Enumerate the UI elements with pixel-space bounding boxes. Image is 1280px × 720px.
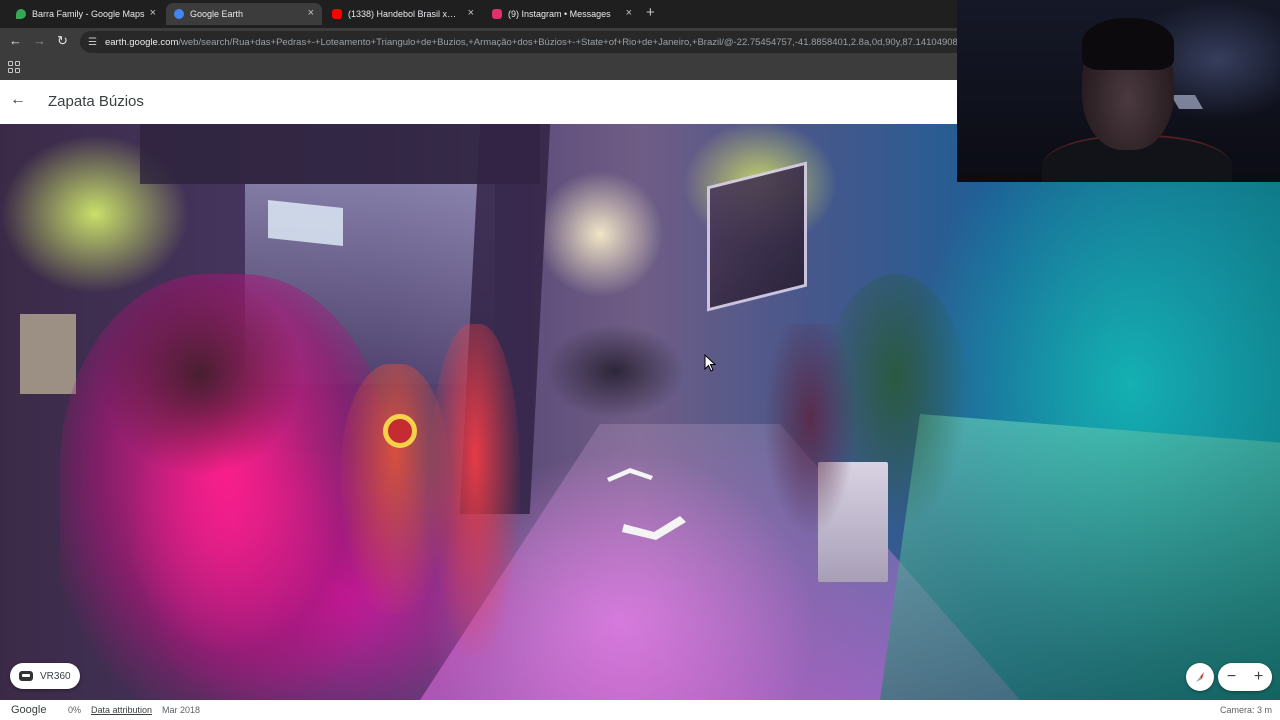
forward-icon[interactable]: → bbox=[33, 34, 46, 48]
site-info-icon[interactable]: ☰ bbox=[88, 37, 97, 48]
close-tab-icon[interactable]: × bbox=[150, 7, 156, 19]
earth-footer: Google 0% Data attribution Mar 2018 Came… bbox=[0, 700, 1280, 720]
street-view-panorama[interactable] bbox=[0, 124, 1280, 700]
couple bbox=[765, 324, 855, 534]
google-logo: Google bbox=[11, 704, 47, 716]
wall-sign bbox=[20, 314, 76, 394]
tv-screen bbox=[268, 200, 343, 246]
close-tab-icon[interactable]: × bbox=[468, 7, 474, 19]
tab-instagram[interactable]: (9) Instagram • Messages × bbox=[484, 3, 640, 25]
compass-icon bbox=[1196, 672, 1204, 682]
wall-poster bbox=[707, 161, 807, 312]
back-arrow-icon[interactable]: ← bbox=[10, 91, 26, 109]
mouse-cursor-icon bbox=[704, 354, 716, 372]
new-tab-button[interactable]: + bbox=[646, 4, 655, 21]
place-title: Zapata Búzios bbox=[48, 93, 144, 110]
zoom-controls: − + bbox=[1218, 663, 1272, 691]
close-tab-icon[interactable]: × bbox=[308, 7, 314, 19]
google-earth-icon bbox=[174, 9, 184, 19]
address-bar[interactable]: ☰ earth.google.com/web/search/Rua+das+Pe… bbox=[80, 31, 980, 53]
tab-label: Google Earth bbox=[190, 9, 244, 19]
move-back-chevron-icon[interactable] bbox=[622, 516, 686, 544]
close-tab-icon[interactable]: × bbox=[626, 7, 632, 19]
apps-grid-icon[interactable] bbox=[8, 61, 20, 73]
maps-pin-icon bbox=[16, 9, 26, 19]
vr360-button[interactable]: VR360 bbox=[10, 663, 80, 689]
webcam-overlay bbox=[957, 0, 1280, 182]
data-attribution-link[interactable]: Data attribution bbox=[91, 705, 162, 715]
move-forward-chevron-icon[interactable] bbox=[607, 468, 653, 482]
youtube-icon bbox=[332, 9, 342, 19]
vr360-label: VR360 bbox=[40, 670, 71, 682]
screen: Barra Family - Google Maps × Google Eart… bbox=[0, 0, 1280, 720]
instagram-icon bbox=[492, 9, 502, 19]
reload-icon[interactable]: ↻ bbox=[57, 34, 68, 48]
background-light bbox=[1170, 95, 1204, 109]
tab-youtube[interactable]: (1338) Handebol Brasil x Espanha × bbox=[324, 3, 482, 25]
tab-google-earth[interactable]: Google Earth × bbox=[166, 3, 322, 25]
shirt-pattern bbox=[383, 414, 417, 448]
tab-label: (9) Instagram • Messages bbox=[508, 9, 611, 19]
tab-label: (1338) Handebol Brasil x Espanha bbox=[348, 9, 458, 19]
tab-label: Barra Family - Google Maps bbox=[32, 9, 145, 19]
back-icon[interactable]: ← bbox=[9, 34, 22, 48]
crowd bbox=[545, 324, 685, 419]
dancer-head bbox=[100, 274, 300, 474]
url-host: earth.google.com bbox=[104, 36, 179, 48]
loading-progress: 0% bbox=[68, 705, 82, 715]
dancer-red-shirt bbox=[430, 324, 520, 654]
streamer-hair bbox=[1082, 18, 1174, 70]
zoom-out-button[interactable]: − bbox=[1218, 663, 1245, 691]
imagery-date: Mar 2018 bbox=[162, 705, 201, 715]
tab-google-maps[interactable]: Barra Family - Google Maps × bbox=[8, 3, 164, 25]
compass-button[interactable] bbox=[1186, 663, 1214, 691]
zoom-in-button[interactable]: + bbox=[1245, 663, 1272, 691]
url-path: /web/search/Rua+das+Pedras+-+Loteamento+… bbox=[178, 36, 977, 48]
url-text: earth.google.com/web/search/Rua+das+Pedr… bbox=[105, 37, 976, 48]
vr-headset-icon bbox=[19, 671, 33, 681]
camera-altitude: Camera: 3 m bbox=[1219, 705, 1272, 715]
